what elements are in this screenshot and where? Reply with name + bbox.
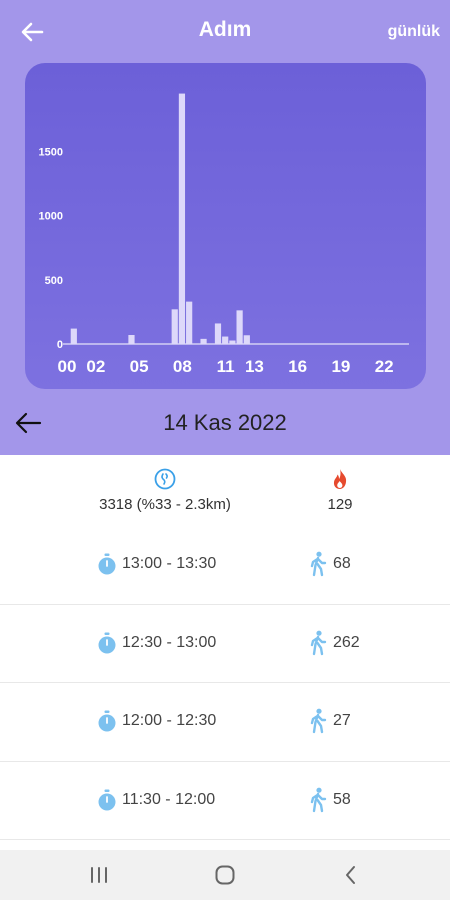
record-steps: 262 [308, 630, 360, 656]
chart-bar [229, 340, 236, 344]
x-tick-label: 05 [130, 357, 149, 376]
steps-badge-icon [154, 468, 176, 490]
record-time: 11:30 - 12:00 [96, 789, 215, 811]
list-item[interactable]: 11:30 - 12:00 58 [0, 762, 450, 840]
record-steps-value: 27 [333, 712, 351, 729]
stopwatch-icon [98, 710, 116, 732]
record-time-label: 11:30 - 12:00 [122, 790, 216, 808]
chart-bar [70, 328, 77, 344]
x-tick-label: 19 [331, 357, 350, 376]
period-selector[interactable]: günlük [388, 23, 440, 41]
list-item[interactable]: 12:30 - 13:00 262 [0, 605, 450, 683]
record-time-label: 13:00 - 13:30 [122, 555, 217, 572]
y-tick-label: 0 [57, 339, 63, 351]
steps-summary-text: 3318 (%33 - 2.3km) [99, 496, 231, 513]
chart-bar [171, 309, 178, 344]
walking-person-icon [310, 551, 327, 577]
x-tick-label: 13 [245, 357, 264, 376]
chart-bar [178, 93, 186, 344]
x-tick-label: 08 [173, 357, 192, 376]
record-time-label: 12:30 - 13:00 [122, 633, 217, 651]
recent-apps-icon[interactable] [86, 862, 112, 888]
date-navigator: 14 Kas 2022 [0, 398, 450, 448]
x-tick-label: 11 [217, 357, 235, 376]
home-icon[interactable] [212, 862, 238, 888]
x-tick-label: 22 [375, 357, 394, 376]
stopwatch-icon [98, 553, 116, 575]
record-steps-value: 68 [333, 555, 351, 572]
y-tick-label: 500 [45, 275, 63, 287]
chart-bar [236, 310, 243, 344]
walking-person-icon [310, 630, 327, 655]
y-tick-label: 1000 [39, 211, 63, 223]
chart-bar [128, 335, 135, 344]
daily-summary: 3318 (%33 - 2.3km) 129 [0, 462, 450, 524]
chart-bar [222, 336, 229, 344]
chart-bar [214, 323, 222, 344]
back-icon[interactable] [338, 862, 364, 888]
record-time: 12:30 - 13:00 [96, 632, 216, 654]
list-item[interactable]: 12:00 - 12:30 27 [0, 683, 450, 762]
record-steps-value: 262 [333, 633, 360, 651]
selected-date: 14 Kas 2022 [163, 410, 287, 435]
half-hour-records: 13:00 - 13:30 68 12:30 - 13:00 262 12:00… [0, 526, 450, 840]
chart-bar [186, 301, 193, 344]
x-tick-label: 16 [288, 357, 307, 376]
page-title: Adım [198, 18, 252, 41]
app-bar: Adım günlük [0, 0, 450, 64]
record-steps: 27 [308, 708, 351, 734]
list-item[interactable]: 13:00 - 13:30 68 [0, 526, 450, 605]
chart-bar [243, 335, 250, 344]
calories-value: 129 [327, 496, 353, 513]
record-time-label: 12:00 - 12:30 [122, 712, 217, 729]
y-tick-label: 1500 [39, 146, 63, 158]
record-steps: 58 [308, 787, 351, 813]
walking-person-icon [310, 708, 327, 734]
record-time: 13:00 - 13:30 [96, 553, 216, 575]
stopwatch-icon [98, 789, 116, 810]
chart-bar [200, 338, 207, 344]
record-steps-value: 58 [333, 790, 351, 808]
flame-icon [333, 469, 347, 489]
steps-chart-svg: 0 500 1000 1500 00 02 05 08 11 13 16 19 22 [39, 93, 409, 376]
record-time: 12:00 - 12:30 [96, 710, 216, 732]
x-tick-label: 02 [86, 357, 105, 376]
calories-summary: 129 [300, 462, 380, 513]
system-nav-bar [0, 850, 450, 900]
stopwatch-icon [98, 632, 116, 653]
steps-chart: 0 500 1000 1500 00 02 05 08 11 13 16 19 22 [25, 63, 426, 389]
steps-summary: 3318 (%33 - 2.3km) [60, 462, 270, 513]
x-tick-label: 00 [58, 357, 77, 376]
walking-person-icon [310, 787, 327, 812]
header-panel: Adım günlük 0 500 1000 1500 00 02 05 08 11 13 16 19… [0, 0, 450, 455]
record-steps: 68 [308, 551, 351, 577]
